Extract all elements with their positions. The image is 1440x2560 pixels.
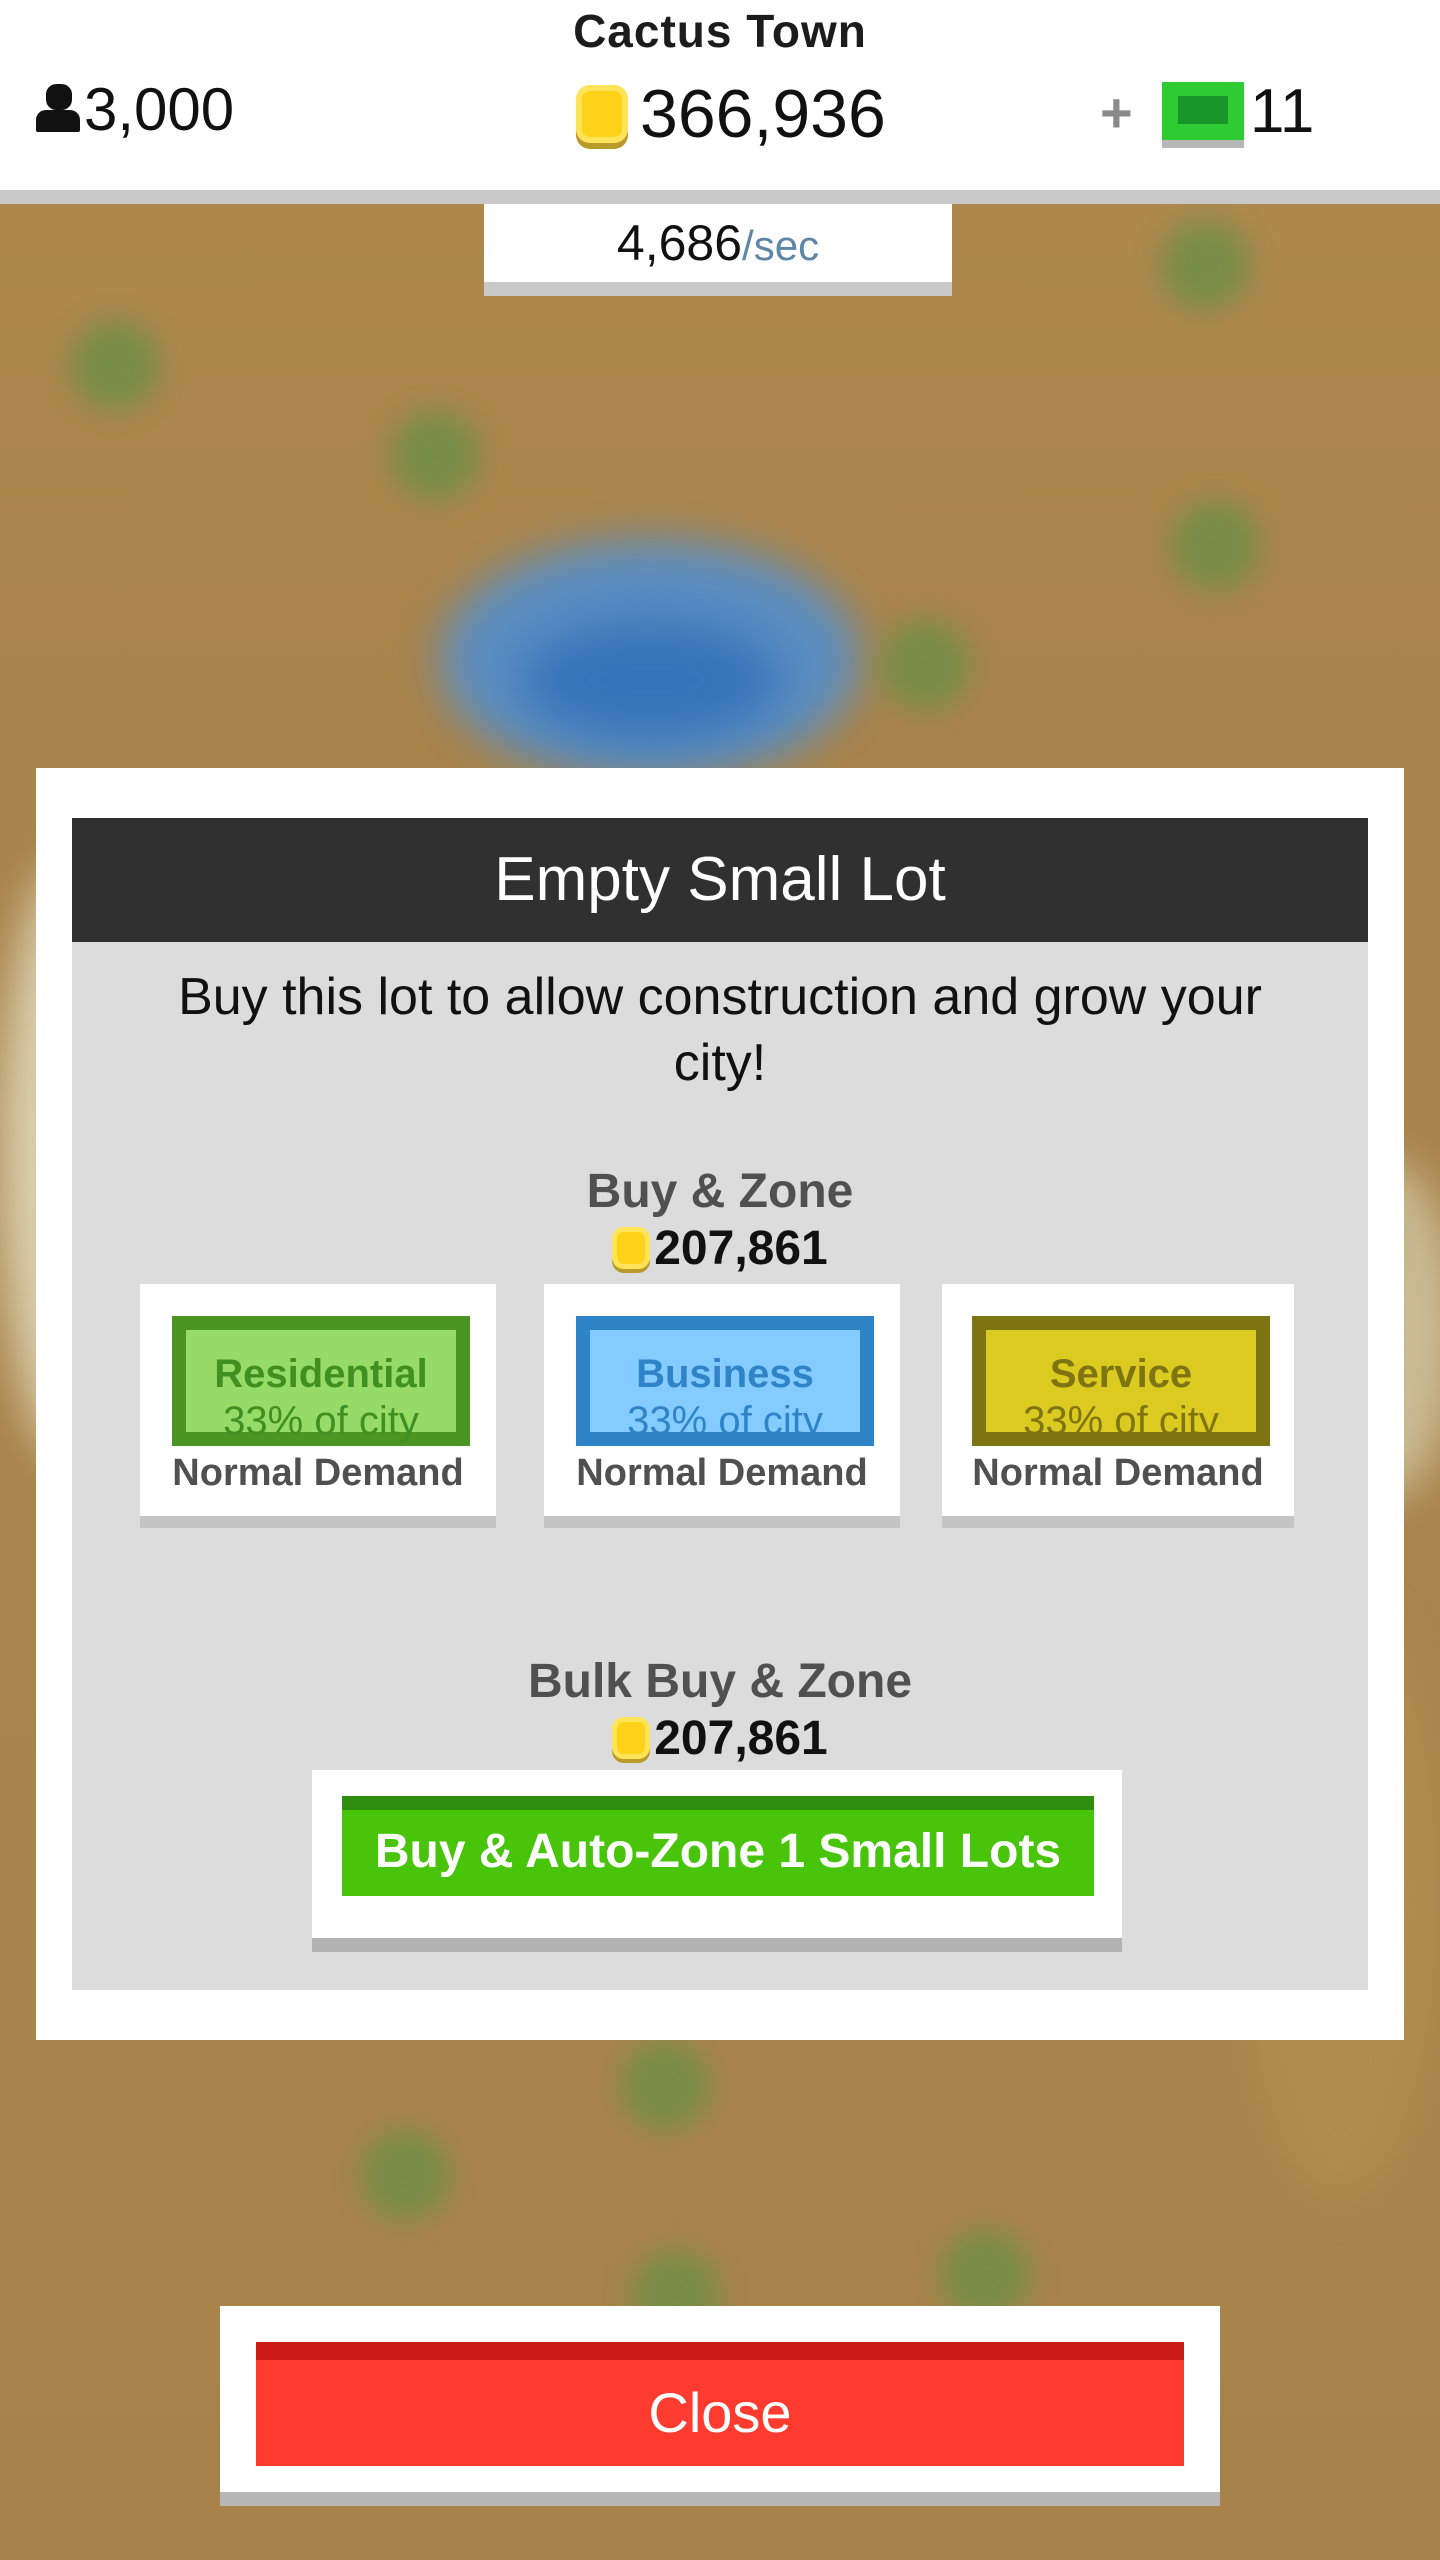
income-rate-unit: /sec [742, 222, 820, 269]
pond-center [520, 620, 780, 740]
city-name: Cactus Town [573, 5, 867, 57]
bills-value: 11 [1250, 76, 1315, 146]
top-status-bar: Cactus Town 3,000 366,936 + 11 [0, 0, 1440, 204]
income-rate-value: 4,686 [616, 215, 743, 271]
zone-demand: Normal Demand [576, 1452, 868, 1494]
dialog-title: Empty Small Lot [72, 818, 1368, 942]
business-zone-button[interactable]: Business 33% of city [576, 1316, 874, 1446]
zone-share: 33% of city [627, 1399, 823, 1443]
service-zone-button[interactable]: Service 33% of city [972, 1316, 1270, 1446]
bulk-buy-price-value: 207,861 [654, 1711, 828, 1765]
zone-card-residential[interactable]: Residential 33% of city Normal Demand [140, 1284, 496, 1516]
zone-demand: Normal Demand [972, 1452, 1264, 1494]
coin-icon [612, 1717, 651, 1759]
close-button[interactable]: Close [256, 2342, 1184, 2466]
zone-label: Business [636, 1352, 814, 1396]
person-icon [36, 84, 80, 134]
population-value: 3,000 [84, 75, 235, 143]
lot-dialog: Empty Small Lot Buy this lot to allow co… [36, 768, 1404, 2040]
bulk-buy-price: 207,861 [72, 1708, 1368, 1768]
coin-icon [576, 85, 628, 143]
dialog-description: Buy this lot to allow construction and g… [178, 968, 1262, 1092]
coin-balance-value: 366,936 [640, 76, 886, 152]
buy-zone-price: 207,861 [72, 1218, 1368, 1278]
population-display: 3,000 [36, 74, 234, 144]
coin-icon [612, 1227, 651, 1269]
residential-zone-button[interactable]: Residential 33% of city [172, 1316, 470, 1446]
bills-balance[interactable]: 11 [1162, 76, 1314, 146]
zone-card-business[interactable]: Business 33% of city Normal Demand [544, 1284, 900, 1516]
buy-zone-price-value: 207,861 [654, 1221, 828, 1275]
cactus-tree [390, 410, 480, 500]
income-rate-tab: 4,686/sec [484, 204, 952, 296]
lot-dialog-panel: Empty Small Lot Buy this lot to allow co… [72, 818, 1368, 1990]
cactus-tree [1160, 220, 1250, 310]
cash-bill-icon [1162, 82, 1244, 140]
cactus-tree [1170, 500, 1260, 590]
buy-auto-zone-button[interactable]: Buy & Auto-Zone 1 Small Lots [342, 1796, 1094, 1896]
close-card: Close [220, 2306, 1220, 2492]
cactus-tree [880, 620, 970, 710]
bulk-buy-card: Buy & Auto-Zone 1 Small Lots [312, 1770, 1122, 1938]
zone-label: Residential [214, 1352, 428, 1396]
add-bills-button[interactable]: + [1100, 80, 1133, 145]
coin-balance: 366,936 [576, 74, 886, 154]
cactus-tree [360, 2130, 450, 2220]
cactus-tree [620, 2040, 710, 2130]
zone-card-service[interactable]: Service 33% of city Normal Demand [942, 1284, 1294, 1516]
cactus-tree [70, 320, 160, 410]
zone-share: 33% of city [223, 1399, 419, 1443]
zone-share: 33% of city [1023, 1399, 1219, 1443]
zone-demand: Normal Demand [172, 1452, 464, 1494]
zone-label: Service [1049, 1352, 1193, 1396]
buy-zone-heading: Buy & Zone [586, 1165, 854, 1218]
bulk-buy-heading: Bulk Buy & Zone [527, 1655, 913, 1708]
